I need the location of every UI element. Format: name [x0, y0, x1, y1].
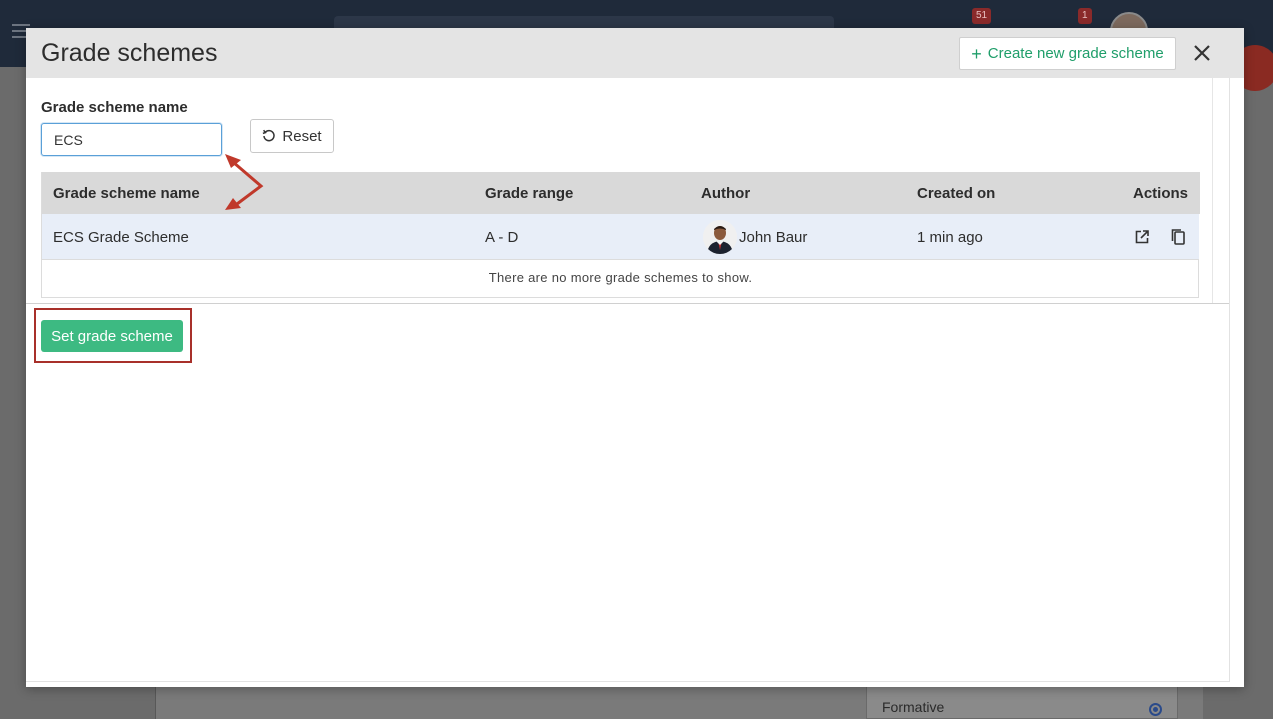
close-button[interactable]: [1188, 39, 1216, 67]
table-header: Grade scheme name Grade range Author Cre…: [42, 172, 1200, 214]
formative-radio: [1149, 703, 1162, 716]
modal-header: Grade schemes + Create new grade scheme: [26, 28, 1244, 78]
row-scheme-name: ECS Grade Scheme: [53, 229, 189, 246]
annotation-arrow-icon: [225, 154, 264, 210]
column-header-actions: Actions: [1133, 185, 1189, 202]
formative-label: Formative: [882, 699, 945, 715]
grade-scheme-name-label: Grade scheme name: [41, 99, 188, 116]
table-row[interactable]: ECS Grade Scheme A - D John Baur 1 min a…: [42, 214, 1199, 260]
grade-schemes-table: Grade scheme name Grade range Author Cre…: [41, 172, 1200, 298]
open-external-icon: [1135, 230, 1149, 244]
scroll-area[interactable]: Grade scheme name Reset Grade scheme nam…: [26, 78, 1213, 304]
reset-icon: [263, 129, 276, 142]
column-header-name[interactable]: Grade scheme name: [53, 185, 200, 202]
create-grade-scheme-label: Create new grade scheme: [987, 45, 1164, 62]
divider: [26, 303, 1229, 304]
modal-body: Grade scheme name Reset Grade scheme nam…: [26, 78, 1230, 682]
copy-icon: [1171, 229, 1185, 245]
grade-schemes-modal: Grade schemes + Create new grade scheme …: [26, 28, 1244, 687]
open-external-button[interactable]: [1132, 227, 1152, 247]
create-grade-scheme-button[interactable]: + Create new grade scheme: [959, 37, 1176, 70]
row-author-name: John Baur: [739, 229, 808, 246]
reset-label: Reset: [282, 127, 322, 145]
grade-scheme-name-input[interactable]: [41, 123, 222, 156]
set-grade-scheme-button[interactable]: Set grade scheme: [41, 320, 183, 352]
author-avatar: [703, 220, 737, 254]
alert-badge: 1: [1078, 8, 1092, 24]
close-icon: [1194, 45, 1210, 61]
column-header-range[interactable]: Grade range: [485, 185, 573, 202]
row-created-on: 1 min ago: [917, 229, 983, 246]
notification-badge: 51: [972, 8, 992, 24]
copy-button[interactable]: [1168, 227, 1188, 247]
reset-button[interactable]: Reset: [250, 119, 334, 153]
table-empty-message: There are no more grade schemes to show.: [488, 270, 753, 285]
modal-title: Grade schemes: [41, 39, 218, 67]
column-header-created[interactable]: Created on: [917, 185, 995, 202]
plus-icon: +: [971, 43, 982, 64]
row-grade-range: A - D: [485, 229, 519, 246]
column-header-author[interactable]: Author: [701, 185, 750, 202]
